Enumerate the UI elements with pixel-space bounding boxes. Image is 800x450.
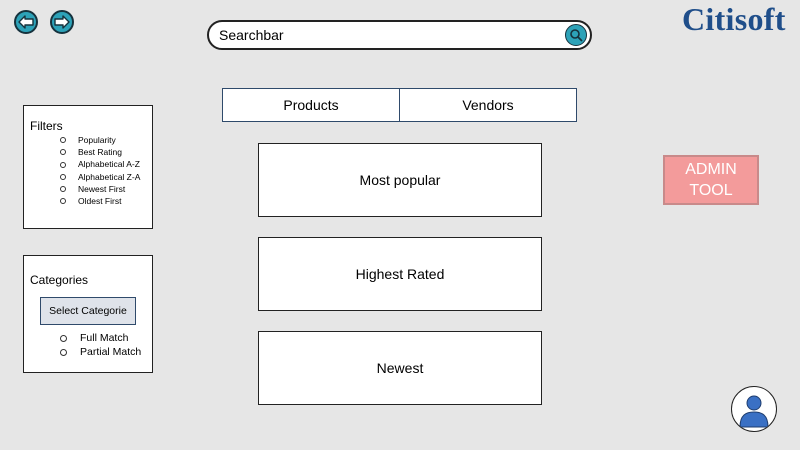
tab-bar: Products Vendors bbox=[222, 88, 577, 122]
filters-panel: Filters Popularity Best Rating Alphabeti… bbox=[23, 105, 153, 229]
admin-tool-button[interactable]: ADMIN TOOL bbox=[663, 155, 759, 205]
select-category-button[interactable]: Select Categorie bbox=[40, 297, 136, 325]
filter-option-alpha-az[interactable]: Alphabetical A-Z bbox=[60, 158, 140, 170]
radio-icon[interactable] bbox=[60, 137, 66, 144]
radio-icon[interactable] bbox=[60, 185, 66, 192]
card-most-popular[interactable]: Most popular bbox=[258, 143, 542, 217]
user-icon bbox=[739, 395, 769, 428]
search-input-text[interactable]: Searchbar bbox=[219, 27, 284, 43]
filter-option-oldest-first[interactable]: Oldest First bbox=[60, 195, 140, 207]
arrow-left-icon bbox=[18, 15, 34, 29]
radio-icon[interactable] bbox=[60, 334, 67, 342]
filters-title: Filters bbox=[30, 119, 63, 133]
brand-logo[interactable]: Citisoft bbox=[682, 1, 786, 38]
tab-vendors[interactable]: Vendors bbox=[400, 88, 577, 122]
user-profile-button[interactable] bbox=[731, 386, 777, 432]
match-option-partial[interactable]: Partial Match bbox=[60, 345, 141, 359]
radio-icon[interactable] bbox=[60, 348, 67, 356]
filter-option-popularity[interactable]: Popularity bbox=[60, 134, 140, 146]
radio-icon[interactable] bbox=[60, 149, 66, 156]
radio-icon[interactable] bbox=[60, 161, 66, 168]
radio-icon[interactable] bbox=[60, 198, 66, 205]
filter-option-newest-first[interactable]: Newest First bbox=[60, 183, 140, 195]
search-bar[interactable]: Searchbar bbox=[207, 20, 592, 50]
categories-title: Categories bbox=[30, 273, 89, 287]
filter-option-best-rating[interactable]: Best Rating bbox=[60, 146, 140, 158]
admin-tool-label: ADMIN TOOL bbox=[685, 161, 737, 199]
card-newest[interactable]: Newest bbox=[258, 331, 542, 405]
categories-panel: Categories Select Categorie Full Match P… bbox=[23, 255, 153, 373]
search-icon bbox=[570, 29, 583, 42]
tab-products[interactable]: Products bbox=[222, 88, 400, 122]
search-button[interactable] bbox=[565, 24, 587, 46]
filter-option-alpha-za[interactable]: Alphabetical Z-A bbox=[60, 171, 140, 183]
back-button[interactable] bbox=[14, 10, 38, 34]
forward-button[interactable] bbox=[50, 10, 74, 34]
filter-options: Popularity Best Rating Alphabetical A-Z … bbox=[60, 134, 140, 207]
arrow-right-icon bbox=[54, 15, 70, 29]
radio-icon[interactable] bbox=[60, 173, 66, 180]
match-option-full[interactable]: Full Match bbox=[60, 331, 141, 345]
card-highest-rated[interactable]: Highest Rated bbox=[258, 237, 542, 311]
category-match-options: Full Match Partial Match bbox=[60, 331, 141, 359]
